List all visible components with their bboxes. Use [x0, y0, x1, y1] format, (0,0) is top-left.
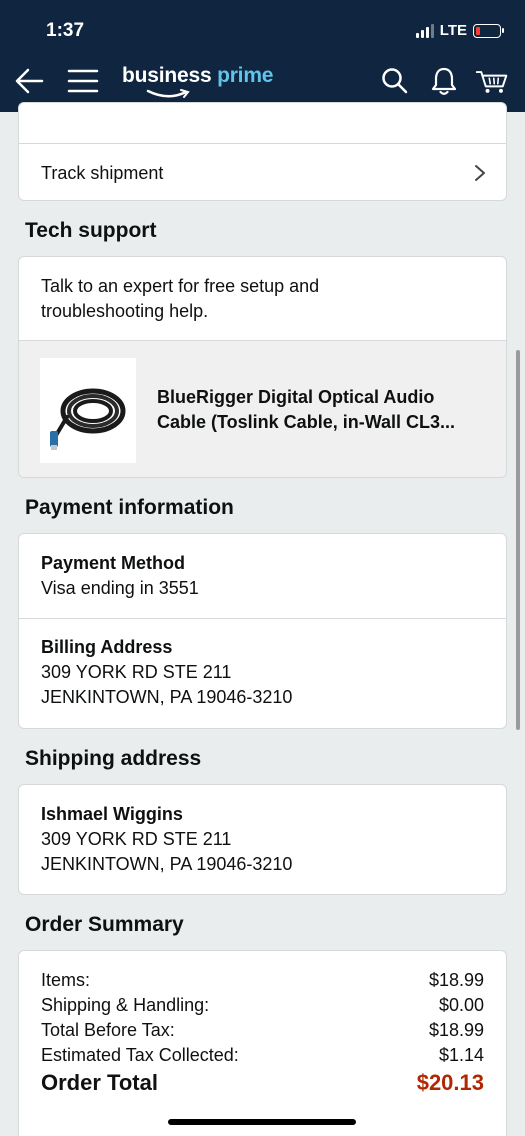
status-indicators: LTE: [415, 22, 504, 39]
track-shipment-label: Track shipment: [41, 163, 164, 183]
summary-label: Total Before Tax:: [41, 1020, 175, 1040]
summary-value: $0.00: [438, 995, 484, 1015]
home-indicator[interactable]: [168, 1119, 356, 1125]
network-label: LTE: [439, 22, 467, 39]
shipment-card: Track shipment: [18, 102, 507, 201]
order-total-row: Order Total $20.13: [41, 1069, 484, 1097]
summary-row: Shipping & Handling: $0.00: [41, 993, 484, 1018]
billing-address-label: Billing Address: [41, 637, 173, 657]
shipping-address-title: Shipping address: [25, 747, 202, 770]
product-name: BlueRigger Digital Optical Audio Cable (…: [157, 387, 456, 432]
shipping-name: Ishmael Wiggins: [41, 804, 183, 824]
menu-icon[interactable]: [66, 64, 100, 98]
scrollbar[interactable]: [516, 350, 520, 730]
payment-method-value: Visa ending in 3551: [41, 578, 199, 598]
shipping-line2: JENKINTOWN, PA 19046-3210: [41, 854, 293, 874]
battery-icon: [473, 23, 504, 38]
chevron-right-icon: [475, 165, 485, 181]
summary-label: Items:: [41, 970, 91, 990]
signal-icon: [415, 23, 434, 38]
track-shipment-row[interactable]: Track shipment: [19, 144, 506, 200]
billing-address-line2: JENKINTOWN, PA 19046-3210: [41, 687, 293, 707]
search-icon[interactable]: [378, 64, 412, 98]
summary-row: Items: $18.99: [41, 968, 484, 993]
payment-method-row: Payment Method Visa ending in 3551: [41, 551, 199, 601]
cart-icon[interactable]: [475, 64, 509, 98]
billing-address-row: Billing Address 309 YORK RD STE 211 JENK…: [41, 635, 292, 710]
summary-value: $18.99: [428, 1020, 484, 1040]
business-prime-logo[interactable]: business prime: [122, 64, 273, 88]
shipping-line1: 309 YORK RD STE 211: [41, 829, 232, 849]
payment-info-title: Payment information: [25, 496, 234, 519]
summary-row: Estimated Tax Collected: $1.14: [41, 1043, 484, 1068]
payment-method-label: Payment Method: [41, 553, 186, 573]
billing-address-line1: 309 YORK RD STE 211: [41, 662, 232, 682]
product-row[interactable]: BlueRigger Digital Optical Audio Cable (…: [19, 340, 506, 477]
summary-value: $1.14: [438, 1045, 484, 1065]
summary-value: $18.99: [428, 970, 484, 990]
summary-label: Estimated Tax Collected:: [41, 1045, 239, 1065]
summary-label: Shipping & Handling:: [41, 995, 210, 1015]
shipping-address-card: Ishmael Wiggins 309 YORK RD STE 211 JENK…: [18, 784, 507, 895]
order-total-value: $20.13: [416, 1070, 484, 1095]
tech-support-title: Tech support: [25, 219, 157, 242]
logo-smile-icon: [146, 89, 190, 98]
tech-support-card: Talk to an expert for free setup and tro…: [18, 256, 507, 478]
status-time: 1:37: [46, 20, 85, 41]
tech-support-description: Talk to an expert for free setup and tro…: [41, 276, 320, 321]
app-header: 1:37 LTE business prime: [0, 0, 525, 112]
order-summary-card: Items: $18.99 Shipping & Handling: $0.00…: [18, 950, 507, 1136]
summary-row: Total Before Tax: $18.99: [41, 1018, 484, 1043]
back-arrow-icon[interactable]: [12, 64, 46, 98]
cable-image-icon: [50, 388, 126, 450]
order-summary-title: Order Summary: [25, 913, 184, 936]
payment-info-card: Payment Method Visa ending in 3551 Billi…: [18, 533, 507, 729]
bell-icon[interactable]: [427, 64, 461, 98]
order-total-label: Order Total: [41, 1070, 158, 1095]
product-image: [40, 358, 136, 463]
